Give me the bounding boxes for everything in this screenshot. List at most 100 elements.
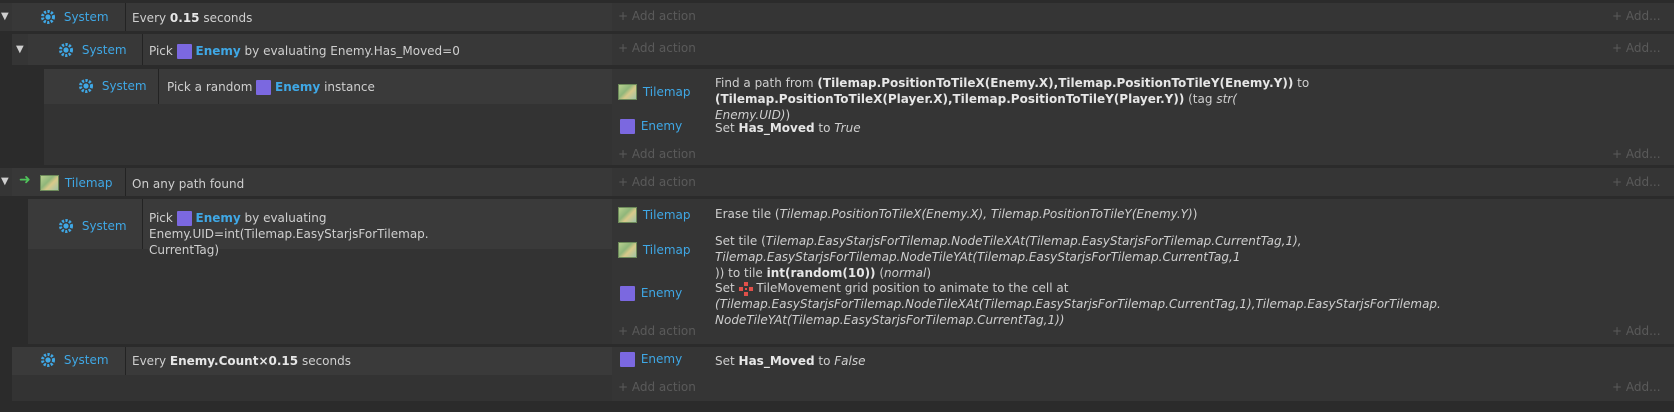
- condition-param: Enemy.Count×0.15: [169, 354, 299, 368]
- object-name: Enemy: [640, 286, 683, 300]
- action-find-path[interactable]: Find a path from (Tilemap.PositionToTile…: [715, 75, 1655, 123]
- add-action-link[interactable]: + Add action: [618, 324, 696, 338]
- collapse-event-4-toggle[interactable]: ▼: [1, 176, 9, 187]
- action-text: )) to tile: [715, 266, 767, 280]
- add-more-link[interactable]: + Add...: [1612, 380, 1661, 394]
- action-text: ): [785, 108, 791, 122]
- add-action-link[interactable]: + Add action: [618, 175, 696, 189]
- event-1-condition[interactable]: Every 0.15 seconds: [132, 11, 252, 25]
- collapse-event-1-toggle[interactable]: ▼: [1, 11, 9, 22]
- event-5-condition[interactable]: Pick Enemy by evaluating Enemy.UID=int(T…: [149, 210, 609, 258]
- column-divider: [142, 199, 143, 249]
- action-tilemovement-animate[interactable]: Set TileMovement grid position to animat…: [715, 280, 1660, 328]
- enemy-object-name: Enemy: [195, 211, 241, 225]
- action-param: Enemy.UID): [715, 108, 786, 122]
- event-3-condition-area: [44, 104, 612, 165]
- event-6-condition[interactable]: Every Enemy.Count×0.15 seconds: [132, 354, 351, 368]
- system-object[interactable]: System: [58, 42, 127, 58]
- object-name: System: [81, 218, 127, 233]
- action-text: Set: [715, 281, 739, 295]
- gear-icon: [41, 10, 55, 24]
- object-name: Enemy: [640, 352, 683, 366]
- trigger-arrow-icon: ➜: [19, 172, 31, 188]
- enemy-sprite-icon: [620, 352, 635, 367]
- tilemap-object[interactable]: Tilemap: [618, 84, 691, 100]
- tilemap-icon: [40, 175, 59, 191]
- column-divider: [125, 3, 126, 31]
- add-more-link[interactable]: + Add...: [1612, 324, 1661, 338]
- tilemap-object[interactable]: Tilemap: [618, 207, 691, 223]
- condition-text: Pick: [149, 44, 177, 58]
- condition-text: CurrentTag): [149, 243, 220, 257]
- action-set-has-moved-true[interactable]: Set Has_Moved to True: [715, 121, 861, 135]
- gear-icon: [59, 43, 73, 57]
- action-text: Set: [715, 354, 739, 368]
- enemy-object-name: Enemy: [195, 44, 241, 58]
- event-4-condition[interactable]: On any path found: [132, 177, 244, 191]
- tilemap-icon: [618, 84, 637, 100]
- gear-icon: [79, 79, 93, 93]
- collapse-event-2-toggle[interactable]: ▼: [16, 44, 24, 55]
- column-divider: [158, 69, 159, 104]
- column-divider: [125, 168, 126, 196]
- system-object[interactable]: System: [40, 9, 109, 25]
- condition-text: seconds: [199, 11, 253, 25]
- action-text: Set: [715, 121, 739, 135]
- action-param: Has_Moved: [738, 354, 815, 368]
- condition-text: by evaluating Enemy.Has_Moved=0: [240, 44, 460, 58]
- action-text: Find a path from: [715, 76, 818, 90]
- enemy-object[interactable]: Enemy: [620, 286, 682, 301]
- action-text: to: [1293, 76, 1310, 90]
- event-2-condition[interactable]: Pick Enemy by evaluating Enemy.Has_Moved…: [149, 44, 460, 59]
- action-text: ): [926, 266, 931, 280]
- add-action-link[interactable]: + Add action: [618, 380, 696, 394]
- action-param: str(: [1216, 92, 1237, 106]
- add-more-link[interactable]: + Add...: [1612, 147, 1661, 161]
- action-erase-tile[interactable]: Erase tile (Tilemap.PositionToTileX(Enem…: [715, 207, 1197, 221]
- action-param: Tilemap.EasyStarjsForTilemap.NodeTileXAt…: [715, 234, 1302, 264]
- condition-text: seconds: [298, 354, 351, 368]
- system-object[interactable]: System: [58, 218, 127, 234]
- object-name: System: [63, 9, 109, 24]
- system-object[interactable]: System: [40, 352, 109, 368]
- action-text: grid position to animate to the cell at: [840, 281, 1069, 295]
- column-divider: [125, 347, 126, 375]
- behavior-name: TileMovement: [756, 281, 841, 295]
- add-action-link[interactable]: + Add action: [618, 41, 696, 55]
- enemy-sprite-icon: [620, 286, 635, 301]
- action-param: (Tilemap.PositionToTileX(Player.X),Tilem…: [715, 92, 1185, 106]
- action-set-tile[interactable]: Set tile (Tilemap.EasyStarjsForTilemap.N…: [715, 233, 1660, 281]
- column-divider: [142, 34, 143, 65]
- gear-icon: [59, 219, 73, 233]
- action-set-has-moved-false[interactable]: Set Has_Moved to False: [715, 354, 865, 368]
- tilemovement-behavior-icon: [738, 281, 753, 296]
- object-name: Tilemap: [642, 84, 691, 99]
- action-param: True: [834, 121, 861, 135]
- action-param: Has_Moved: [738, 121, 815, 135]
- tilemap-icon: [618, 242, 637, 258]
- enemy-sprite-icon: [176, 211, 192, 226]
- action-text: Set tile (: [715, 234, 766, 248]
- add-action-link[interactable]: + Add action: [618, 9, 696, 23]
- add-more-link[interactable]: + Add...: [1612, 41, 1661, 55]
- enemy-sprite-icon: [256, 80, 272, 95]
- enemy-object[interactable]: Enemy: [620, 352, 682, 367]
- add-action-link[interactable]: + Add action: [618, 147, 696, 161]
- add-more-link[interactable]: + Add...: [1612, 9, 1661, 23]
- gear-icon: [41, 353, 55, 367]
- object-name: System: [63, 352, 109, 367]
- action-text: to: [814, 121, 835, 135]
- enemy-object[interactable]: Enemy: [620, 119, 682, 134]
- condition-text: Every: [132, 354, 170, 368]
- event-3-condition[interactable]: Pick a random Enemy instance: [167, 80, 375, 95]
- object-name: Tilemap: [642, 207, 691, 222]
- system-object[interactable]: System: [78, 78, 147, 94]
- action-param: normal: [884, 266, 927, 280]
- enemy-sprite-icon: [620, 119, 635, 134]
- tilemap-object[interactable]: Tilemap: [618, 242, 691, 258]
- tilemap-icon: [618, 207, 637, 223]
- add-more-link[interactable]: + Add...: [1612, 175, 1661, 189]
- action-text: to: [814, 354, 835, 368]
- action-text: (: [875, 266, 885, 280]
- tilemap-object[interactable]: Tilemap: [40, 175, 113, 191]
